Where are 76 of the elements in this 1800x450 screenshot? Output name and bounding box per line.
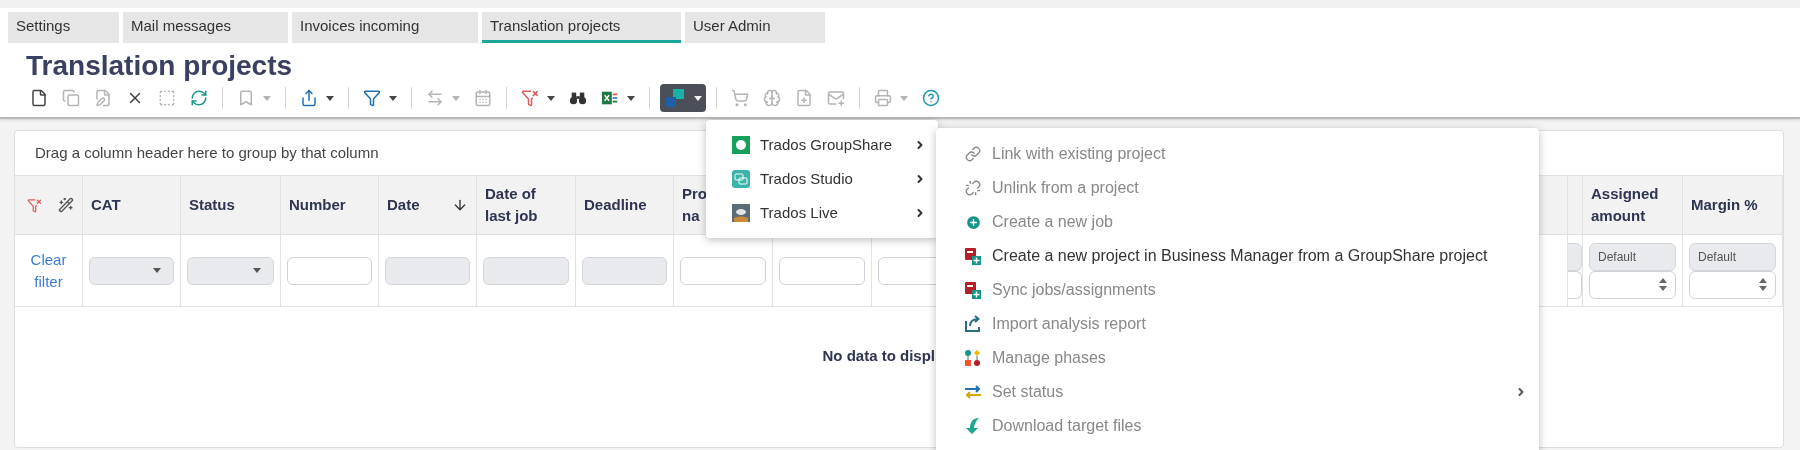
clear-filter-icon[interactable] xyxy=(27,197,42,213)
new-file-icon xyxy=(30,89,48,107)
empty-message: No data to displ xyxy=(822,346,935,366)
operator-dropdown[interactable]: Default xyxy=(1689,242,1776,271)
copy-icon xyxy=(62,89,80,107)
caret-icon xyxy=(900,95,908,101)
number-spinner[interactable] xyxy=(1589,270,1676,299)
refresh-icon xyxy=(190,89,208,107)
caret-icon xyxy=(547,95,555,101)
group-hint: Drag a column header here to group by that column xyxy=(35,142,379,163)
filter-input[interactable] xyxy=(287,256,372,285)
caret-icon xyxy=(253,268,261,273)
menu-item[interactable]: Trados GroupShare xyxy=(706,128,938,162)
number-spinner[interactable] xyxy=(1568,270,1582,299)
column-header[interactable]: Deadline xyxy=(576,176,674,234)
column-header[interactable]: Status xyxy=(181,176,281,234)
column-header[interactable]: Margin % xyxy=(1683,176,1783,234)
printer-icon xyxy=(874,89,892,107)
edit-file-icon xyxy=(94,89,112,107)
link-icon xyxy=(965,146,981,162)
caret-icon xyxy=(694,95,702,101)
operator-dropdown[interactable] xyxy=(1568,242,1582,271)
number-spinner[interactable] xyxy=(1689,270,1776,299)
document-plus-icon xyxy=(964,281,982,299)
add-circle-icon xyxy=(964,213,982,231)
unlink-icon xyxy=(965,180,981,196)
export-icon xyxy=(300,89,318,107)
calendar-icon xyxy=(474,89,492,107)
magic-wand-icon[interactable] xyxy=(58,197,74,213)
page-title: Translation projects xyxy=(25,49,294,83)
select-icon xyxy=(158,89,176,107)
tab[interactable]: Mail messages xyxy=(123,12,288,43)
groupshare-logo-icon xyxy=(732,136,750,154)
filter-input[interactable] xyxy=(680,256,766,285)
filter-input[interactable] xyxy=(779,256,865,285)
column-header[interactable]: Number xyxy=(281,176,379,234)
spreadsheet-icon xyxy=(601,89,619,107)
caret-icon xyxy=(153,268,161,273)
phases-icon xyxy=(964,349,982,367)
clear-filter-link[interactable]: Clear filter xyxy=(28,248,69,293)
tab[interactable]: Translation projects xyxy=(482,12,681,43)
column-header[interactable]: Date xyxy=(379,176,477,234)
filter-dropdown[interactable] xyxy=(89,256,174,285)
bookmark-icon xyxy=(237,89,255,107)
caret-icon xyxy=(627,95,635,101)
studio-logo-icon xyxy=(732,170,750,188)
live-logo-icon xyxy=(732,204,750,222)
cube-logo-icon xyxy=(664,87,686,109)
tab[interactable]: User Admin xyxy=(685,12,825,43)
help-icon xyxy=(922,89,940,107)
tab[interactable]: Settings xyxy=(8,12,119,43)
import-icon xyxy=(964,315,982,333)
menu-item[interactable]: Trados Live xyxy=(706,196,938,230)
filter-icon xyxy=(363,89,381,107)
swap-arrows-icon xyxy=(964,384,982,400)
clear-filter-icon xyxy=(521,89,539,107)
caret-icon xyxy=(452,95,460,101)
add-file-icon xyxy=(795,89,813,107)
caret-icon xyxy=(326,95,334,101)
add-mail-icon xyxy=(827,89,845,107)
download-icon xyxy=(964,417,982,435)
tab[interactable]: Invoices incoming xyxy=(292,12,478,43)
operator-dropdown[interactable]: Default xyxy=(1589,242,1676,271)
sort-descending-icon[interactable] xyxy=(452,197,468,213)
transfer-icon xyxy=(426,89,444,107)
filter-dropdown[interactable] xyxy=(187,256,274,285)
cube-logo-button[interactable] xyxy=(660,84,706,112)
column-header[interactable]: Assigned amount xyxy=(1583,176,1683,234)
menu-item[interactable]: Create a new project in Business Manager from a GroupShare project xyxy=(936,239,1539,273)
column-header[interactable]: Date of last job xyxy=(477,176,576,234)
document-plus-icon xyxy=(964,247,982,265)
column-header[interactable]: CAT xyxy=(83,176,181,234)
menu-item[interactable]: Trados Studio xyxy=(706,162,938,196)
cart-icon xyxy=(731,89,749,107)
caret-icon xyxy=(389,95,397,101)
caret-icon xyxy=(263,95,271,101)
